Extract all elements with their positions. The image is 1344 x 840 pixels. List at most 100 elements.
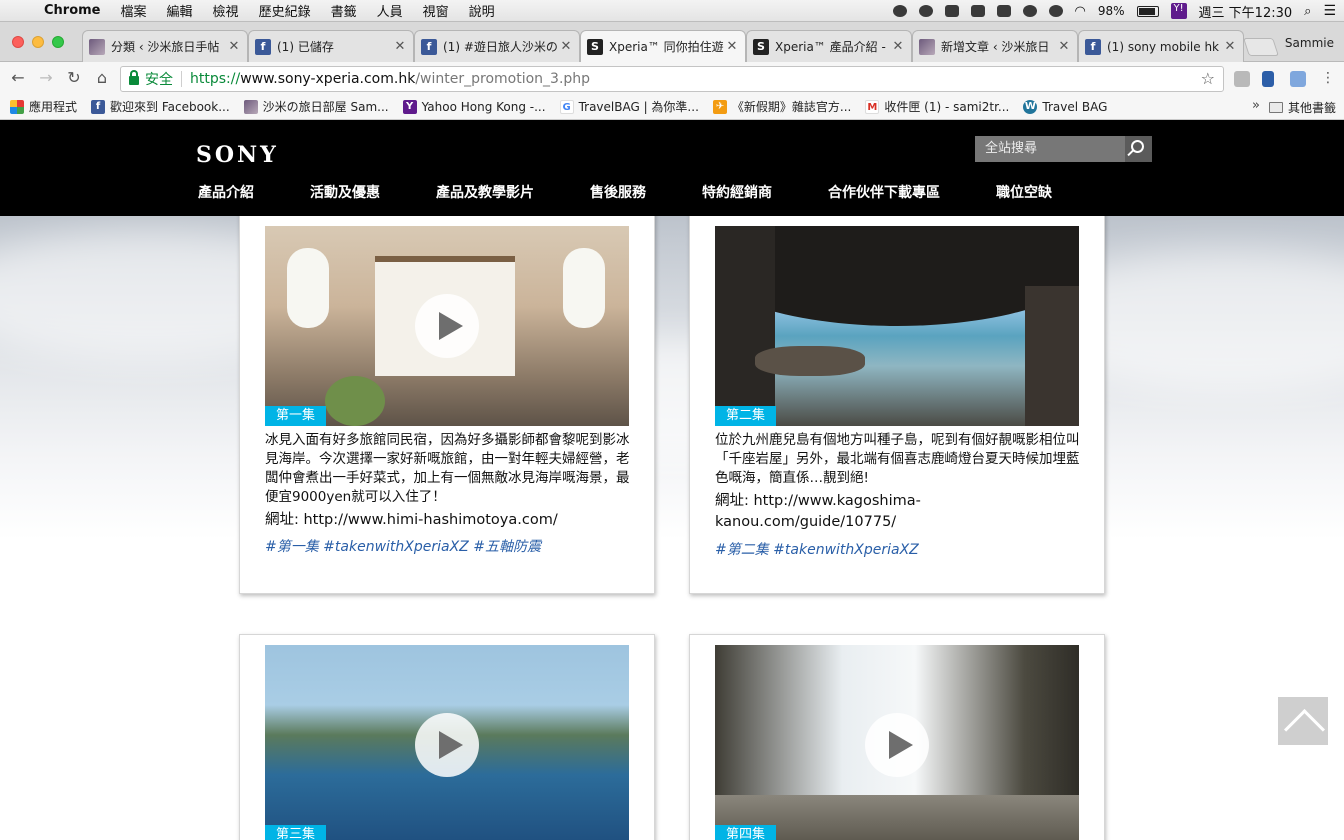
nav-promotions[interactable]: 活動及優惠 bbox=[310, 182, 380, 202]
browser-tab[interactable]: f (1) #遊日旅人沙米の ✕ bbox=[414, 30, 580, 62]
card-link[interactable]: 網址: http://www.himi-hashimotoya.com/ bbox=[265, 510, 633, 531]
clock[interactable]: 週三 下午12:30 bbox=[1199, 2, 1293, 21]
bookmark-extension-icon[interactable] bbox=[1262, 71, 1274, 87]
pinwheel-icon[interactable] bbox=[892, 5, 907, 17]
nav-after-sales[interactable]: 售後服務 bbox=[590, 182, 646, 202]
site-nav: 產品介紹 活動及優惠 產品及教學影片 售後服務 特約經銷商 合作伙伴下載專區 職… bbox=[198, 182, 1108, 202]
nav-products[interactable]: 產品介紹 bbox=[198, 182, 254, 202]
bookmark-item[interactable]: 應用程式 bbox=[10, 98, 77, 115]
bookmark-item[interactable]: f 歡迎來到 Facebook... bbox=[91, 98, 230, 115]
browser-tab[interactable]: 新增文章 ‹ 沙米旅日 ✕ bbox=[912, 30, 1078, 62]
tab-close-icon[interactable]: ✕ bbox=[1057, 39, 1071, 54]
search-icon bbox=[1131, 140, 1144, 153]
tab-close-icon[interactable]: ✕ bbox=[1223, 39, 1237, 54]
menu-history[interactable]: 歷史紀錄 bbox=[259, 1, 311, 20]
nav-videos[interactable]: 產品及教學影片 bbox=[436, 182, 534, 202]
menu-window[interactable]: 視窗 bbox=[423, 1, 449, 20]
bluetooth-icon[interactable] bbox=[1048, 5, 1063, 17]
profile-name[interactable]: Sammie bbox=[1285, 36, 1334, 50]
play-button-icon[interactable] bbox=[415, 294, 479, 358]
new-tab-button[interactable] bbox=[1243, 38, 1279, 56]
wd-drive-icon[interactable] bbox=[996, 5, 1011, 17]
bookmark-item[interactable]: W Travel BAG bbox=[1023, 99, 1108, 114]
extension-icon[interactable] bbox=[1290, 71, 1306, 87]
sony-logo[interactable]: SONY bbox=[196, 142, 279, 168]
evernote-icon[interactable] bbox=[970, 5, 985, 17]
bookmark-label: Travel BAG bbox=[1042, 99, 1108, 114]
menu-help[interactable]: 說明 bbox=[469, 1, 495, 20]
reload-icon[interactable]: ↻ bbox=[64, 68, 84, 88]
menu-bookmarks[interactable]: 書籤 bbox=[331, 1, 357, 20]
browser-tab-active[interactable]: S Xperia™ 同你拍住遊 ✕ bbox=[580, 30, 746, 62]
bookmark-item[interactable]: G TravelBAG | 為你準... bbox=[559, 98, 699, 115]
tab-close-icon[interactable]: ✕ bbox=[725, 39, 739, 54]
bookmark-item[interactable]: ✈ 《新假期》雜誌官方... bbox=[712, 98, 851, 115]
back-arrow-icon[interactable]: ← bbox=[8, 68, 28, 88]
other-bookmarks[interactable]: 其他書籤 bbox=[1268, 99, 1336, 116]
facebook-favicon-icon: f bbox=[255, 38, 271, 55]
nav-partner-downloads[interactable]: 合作伙伴下載專區 bbox=[828, 182, 940, 202]
card-link[interactable]: 網址: http://www.kagoshima-kanou.com/guide… bbox=[715, 491, 1083, 533]
photo-favicon-icon bbox=[89, 38, 105, 55]
photo-favicon-icon bbox=[919, 38, 935, 55]
address-bar[interactable]: 安全 https:// www.sony-xperia.com.hk /wint… bbox=[120, 66, 1224, 92]
tab-title: 新增文章 ‹ 沙米旅日 bbox=[941, 40, 1050, 54]
play-button-icon[interactable] bbox=[415, 713, 479, 777]
forward-arrow-icon[interactable]: → bbox=[36, 68, 56, 88]
wifi-icon[interactable]: ◠ bbox=[1075, 4, 1086, 19]
video-thumbnail[interactable]: 第一集 bbox=[265, 226, 629, 426]
facebook-icon: f bbox=[91, 99, 106, 114]
maximize-window-button[interactable] bbox=[52, 36, 64, 48]
plane-icon: ✈ bbox=[712, 99, 727, 114]
lock-icon[interactable] bbox=[129, 70, 139, 85]
bookmark-star-icon[interactable]: ☆ bbox=[1201, 69, 1215, 88]
yahoo-icon[interactable]: Y! bbox=[1170, 3, 1187, 19]
browser-tab[interactable]: f (1) 已儲存 ✕ bbox=[248, 30, 414, 62]
browser-tab[interactable]: f (1) sony mobile hk - ✕ bbox=[1078, 30, 1244, 62]
play-button-icon[interactable] bbox=[865, 713, 929, 777]
browser-tab[interactable]: 分類 ‹ 沙米旅日手帖 ✕ bbox=[82, 30, 248, 62]
battery-percent: 98% bbox=[1097, 4, 1125, 18]
browser-tab[interactable]: S Xperia™ 產品介紹 - ✕ bbox=[746, 30, 912, 62]
menu-edit[interactable]: 編輯 bbox=[167, 1, 193, 20]
notification-center-icon[interactable]: ☰ bbox=[1323, 3, 1336, 19]
bookmark-item[interactable]: 沙米の旅日部屋 Sam... bbox=[243, 98, 389, 115]
url-path: /winter_promotion_3.php bbox=[415, 71, 591, 87]
site-search-input[interactable] bbox=[975, 136, 1125, 162]
dropbox-icon[interactable] bbox=[944, 5, 959, 17]
menu-view[interactable]: 檢視 bbox=[213, 1, 239, 20]
video-thumbnail[interactable]: 第四集 bbox=[715, 645, 1079, 840]
tab-close-icon[interactable]: ✕ bbox=[227, 39, 241, 54]
tab-title: (1) 已儲存 bbox=[277, 40, 334, 54]
video-thumbnail[interactable]: 第三集 bbox=[265, 645, 629, 840]
nav-dealers[interactable]: 特約經銷商 bbox=[702, 182, 772, 202]
bookmark-label: 沙米の旅日部屋 Sam... bbox=[262, 100, 389, 114]
video-thumbnail[interactable]: 第二集 bbox=[715, 226, 1079, 426]
close-window-button[interactable] bbox=[12, 36, 24, 48]
folder-icon bbox=[1268, 102, 1283, 113]
spotlight-search-icon[interactable]: ⌕ bbox=[1304, 4, 1311, 19]
home-icon[interactable]: ⌂ bbox=[92, 68, 112, 88]
minimize-window-button[interactable] bbox=[32, 36, 44, 48]
card-hashtags[interactable]: #第二集 #takenwithXperiaXZ bbox=[715, 539, 1083, 559]
bookmark-item[interactable]: Y Yahoo Hong Kong -... bbox=[402, 99, 546, 114]
menu-people[interactable]: 人員 bbox=[377, 1, 403, 20]
tab-close-icon[interactable]: ✕ bbox=[891, 39, 905, 54]
nav-careers[interactable]: 職位空缺 bbox=[996, 182, 1052, 202]
card-hashtags[interactable]: #第一集 #takenwithXperiaXZ #五軸防震 bbox=[265, 536, 633, 556]
menu-app-name[interactable]: Chrome bbox=[44, 3, 101, 18]
bookmark-item[interactable]: M 收件匣 (1) - sami2tr... bbox=[865, 98, 1009, 115]
chrome-menu-icon[interactable]: ⋮ bbox=[1318, 68, 1338, 88]
user-icon[interactable] bbox=[1022, 5, 1037, 17]
menu-file[interactable]: 檔案 bbox=[121, 1, 147, 20]
battery-icon[interactable] bbox=[1136, 5, 1159, 17]
bookmarks-overflow-icon[interactable]: » bbox=[1252, 98, 1260, 113]
gmail-icon: M bbox=[865, 99, 880, 114]
tab-close-icon[interactable]: ✕ bbox=[393, 39, 407, 54]
cloud-sync-icon[interactable] bbox=[918, 5, 933, 17]
extension-icon[interactable] bbox=[1234, 71, 1250, 87]
tab-close-icon[interactable]: ✕ bbox=[559, 39, 573, 54]
secure-label[interactable]: 安全 bbox=[145, 69, 173, 89]
site-search-button[interactable] bbox=[1125, 136, 1152, 162]
back-to-top-button[interactable] bbox=[1278, 697, 1328, 745]
